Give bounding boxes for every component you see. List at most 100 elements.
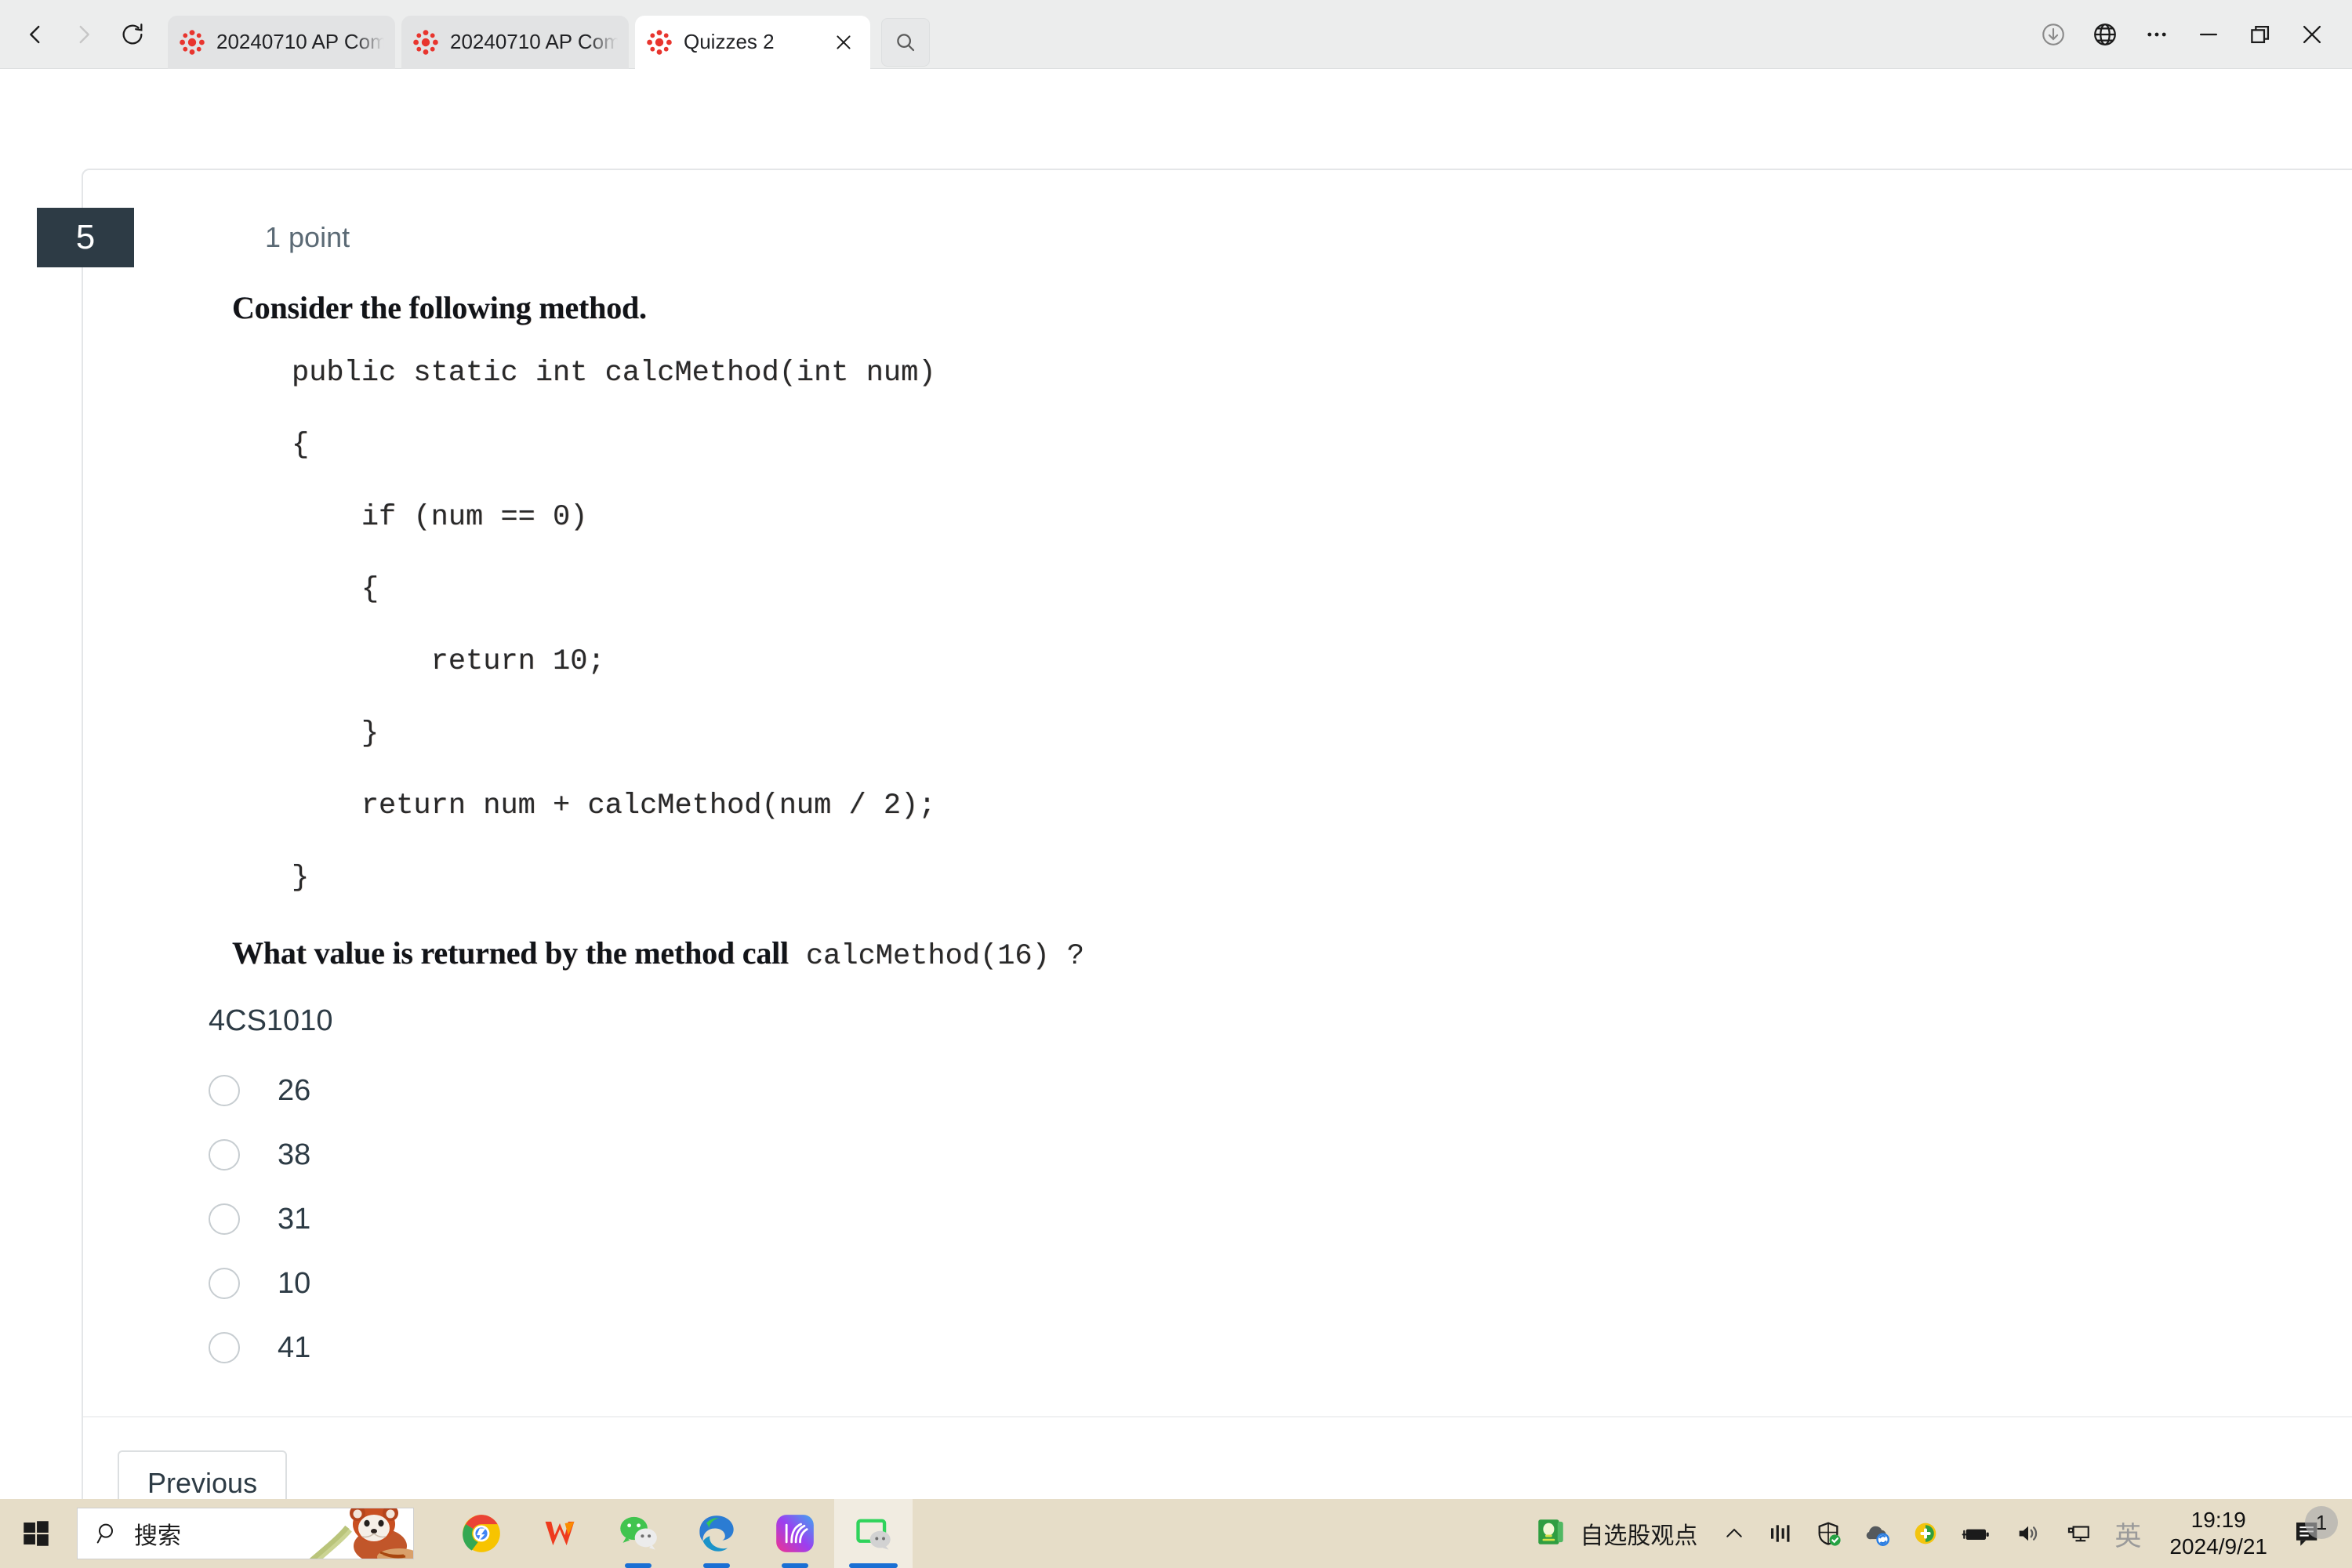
tab-strip: 20240710 AP Computer Science 20240710 AP… bbox=[157, 0, 930, 69]
browser-tab-1[interactable]: 20240710 AP Computer Science bbox=[168, 15, 395, 69]
stock-label: 自选股观点 bbox=[1580, 1523, 1698, 1549]
forward-button[interactable] bbox=[60, 10, 108, 59]
security-shield-icon bbox=[1818, 1522, 1842, 1546]
notification-center-button[interactable]: 1 bbox=[2285, 1506, 2344, 1550]
radio-button[interactable] bbox=[209, 1075, 240, 1106]
question-points: 1 point bbox=[265, 221, 350, 253]
code-line: return num + calcMethod(num / 2); bbox=[292, 789, 936, 822]
browser-chrome: 20240710 AP Computer Science 20240710 AP… bbox=[0, 0, 2352, 69]
answer-options-list: 26 38 31 10 41 bbox=[209, 1058, 2352, 1380]
canvas-icon bbox=[646, 29, 673, 56]
close-icon[interactable] bbox=[828, 27, 859, 58]
reload-icon bbox=[122, 23, 143, 44]
red-panda-image bbox=[299, 1508, 413, 1559]
downloads-button[interactable] bbox=[2027, 10, 2079, 59]
tray-overflow-button[interactable] bbox=[1711, 1499, 1757, 1568]
ime-label: 英 bbox=[2114, 1520, 2142, 1552]
chevron-left-icon bbox=[30, 25, 40, 43]
answer-option-label: 26 bbox=[278, 1073, 311, 1107]
taskbar-app-wechat-desktop[interactable] bbox=[834, 1499, 913, 1568]
taskbar-clock[interactable]: 19:19 2024/9/21 bbox=[2152, 1507, 2285, 1560]
browser-tab-2[interactable]: 20240710 AP Computer Science bbox=[401, 15, 629, 69]
tray-security-button[interactable] bbox=[1804, 1499, 1853, 1568]
taskbar-app-wechat[interactable] bbox=[599, 1499, 677, 1568]
tab-title: Quizzes 2 bbox=[684, 30, 775, 53]
answer-option-4[interactable]: 10 bbox=[209, 1251, 2352, 1316]
question-intro-text: Consider the following method. bbox=[232, 290, 647, 325]
answer-option-5[interactable]: 41 bbox=[209, 1316, 2352, 1380]
tray-update-button[interactable] bbox=[1901, 1499, 1950, 1568]
globe-button[interactable] bbox=[2079, 10, 2131, 59]
answer-option-2[interactable]: 38 bbox=[209, 1123, 2352, 1187]
running-indicator bbox=[849, 1563, 898, 1568]
taskbar-pinned-apps bbox=[442, 1499, 913, 1568]
clock-time: 19:19 bbox=[2190, 1507, 2246, 1532]
answer-option-label: 10 bbox=[278, 1266, 311, 1300]
answer-option-3[interactable]: 31 bbox=[209, 1187, 2352, 1251]
minimize-icon bbox=[2199, 33, 2218, 35]
window-controls bbox=[2027, 10, 2352, 59]
browser-tab-3-active[interactable]: Quizzes 2 bbox=[635, 15, 870, 69]
analytics-icon bbox=[1771, 1525, 1790, 1542]
restore-button[interactable] bbox=[2234, 10, 2286, 59]
tray-onedrive-button[interactable] bbox=[1853, 1499, 1901, 1568]
notification-count-badge: 1 bbox=[2305, 1506, 2338, 1539]
stock-notes-icon bbox=[1534, 1515, 1567, 1552]
back-button[interactable] bbox=[11, 10, 60, 59]
tab-title: 20240710 AP Computer Science bbox=[450, 30, 618, 53]
code-line: { bbox=[292, 573, 379, 606]
tray-network-button[interactable] bbox=[2053, 1499, 2103, 1568]
tab-title: 20240710 AP Computer Science bbox=[216, 30, 384, 53]
taskbar-search-box[interactable]: 搜索 bbox=[77, 1508, 414, 1559]
taskbar-app-chrome[interactable] bbox=[442, 1499, 521, 1568]
radio-button[interactable] bbox=[209, 1268, 240, 1299]
chrome-icon bbox=[463, 1515, 500, 1552]
radio-button[interactable] bbox=[209, 1332, 240, 1363]
taskbar-app-edge[interactable] bbox=[677, 1499, 756, 1568]
taskbar-app-wps-office[interactable] bbox=[521, 1499, 599, 1568]
tab-search-button[interactable] bbox=[881, 17, 930, 67]
network-icon bbox=[2068, 1526, 2090, 1542]
tray-ime-button[interactable]: 英 bbox=[2103, 1499, 2152, 1568]
tray-battery-button[interactable] bbox=[1950, 1499, 2003, 1568]
downloads-icon bbox=[2042, 23, 2064, 45]
start-button[interactable] bbox=[0, 1517, 72, 1550]
code-line: { bbox=[292, 429, 310, 462]
question-body: Consider the following method. public st… bbox=[83, 289, 2352, 1380]
running-indicator bbox=[782, 1563, 808, 1568]
quiz-question-card: 5 1 point Consider the following method.… bbox=[37, 169, 2352, 1499]
canvas-icon bbox=[412, 29, 439, 56]
search-icon bbox=[897, 33, 915, 51]
chevron-right-icon bbox=[79, 25, 89, 43]
close-window-button[interactable] bbox=[2286, 10, 2338, 59]
question-prompt: What value is returned by the method cal… bbox=[232, 935, 2352, 973]
question-prompt-text: What value is returned by the method cal… bbox=[232, 935, 789, 971]
navigation-buttons bbox=[0, 10, 157, 59]
question-header: 5 1 point bbox=[37, 170, 2352, 277]
tray-volume-button[interactable] bbox=[2003, 1499, 2053, 1568]
answer-option-1[interactable]: 26 bbox=[209, 1058, 2352, 1123]
tray-stock-widget[interactable]: 自选股观点 bbox=[1520, 1515, 1711, 1552]
question-footer: Previous bbox=[83, 1417, 2352, 1499]
windows-start-icon bbox=[24, 1521, 49, 1546]
close-window-icon bbox=[2303, 25, 2321, 43]
radio-button[interactable] bbox=[209, 1203, 240, 1235]
reload-button[interactable] bbox=[108, 10, 157, 59]
clock-date: 2024/9/21 bbox=[2169, 1534, 2267, 1559]
running-indicator bbox=[625, 1563, 652, 1568]
code-block: public static int calcMethod(int num) { … bbox=[232, 337, 2352, 914]
tray-analytics-button[interactable] bbox=[1757, 1499, 1804, 1568]
wps-office-icon bbox=[545, 1521, 575, 1546]
running-indicator bbox=[703, 1563, 730, 1568]
taskbar-app-xiaohongshu[interactable] bbox=[756, 1499, 834, 1568]
more-options-button[interactable] bbox=[2131, 10, 2183, 59]
previous-button[interactable]: Previous bbox=[118, 1450, 288, 1499]
battery-charging-icon bbox=[1962, 1529, 1990, 1540]
minimize-button[interactable] bbox=[2183, 10, 2234, 59]
answer-option-label: 41 bbox=[278, 1330, 311, 1364]
code-line: } bbox=[292, 717, 379, 750]
radio-button[interactable] bbox=[209, 1139, 240, 1171]
answer-option-label: 38 bbox=[278, 1138, 311, 1171]
search-icon bbox=[95, 1521, 120, 1546]
page-content: 5 1 point Consider the following method.… bbox=[0, 70, 2352, 1499]
